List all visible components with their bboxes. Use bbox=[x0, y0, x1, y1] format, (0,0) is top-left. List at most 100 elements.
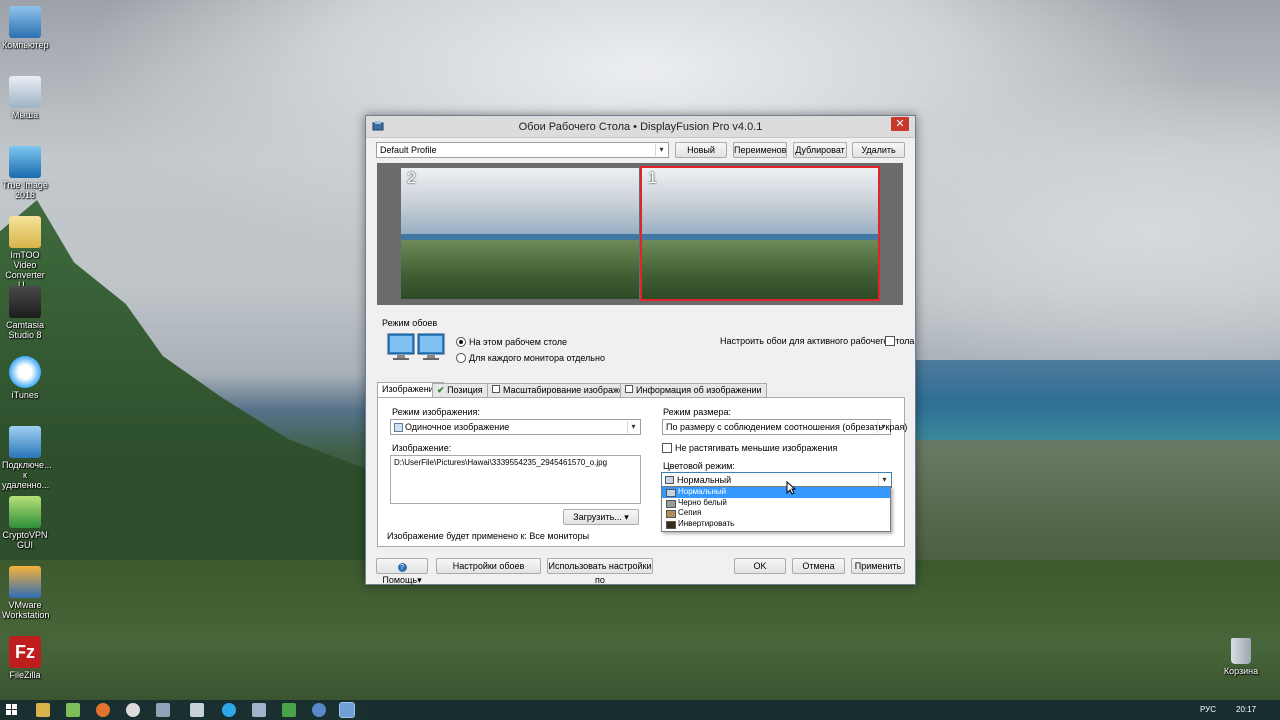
color-swatch-icon bbox=[666, 520, 676, 529]
language-indicator[interactable]: РУС bbox=[1200, 705, 1216, 714]
tab-info[interactable]: Информация об изображении bbox=[620, 383, 767, 397]
explorer-icon[interactable] bbox=[36, 703, 50, 717]
no-stretch-checkbox[interactable] bbox=[662, 443, 672, 453]
desktop-icon-true-image[interactable]: True Image 2018 bbox=[2, 146, 48, 200]
desktop-icon-label: ImTOO Video Converter U... bbox=[5, 250, 45, 290]
desktop-icon-label: Компьютер bbox=[2, 40, 49, 50]
ok-button[interactable]: OK bbox=[734, 558, 786, 574]
profile-select-value: Default Profile bbox=[380, 145, 437, 155]
rename-profile-button[interactable]: Переименов bbox=[733, 142, 787, 158]
wallpaper-settings-button[interactable]: Настройки обоев bbox=[436, 558, 541, 574]
color-mode-label: Цветовой режим: bbox=[663, 461, 735, 471]
picture-icon bbox=[394, 423, 403, 432]
desktop-icon-label: CryptoVPN GUI bbox=[2, 530, 48, 550]
desktop-icon-label: iTunes bbox=[11, 390, 39, 400]
cancel-button[interactable]: Отмена bbox=[792, 558, 845, 574]
each-monitor-radio[interactable] bbox=[456, 353, 466, 363]
desktop-icon-recycle-bin[interactable]: Корзина bbox=[1218, 636, 1264, 676]
image-label: Изображение: bbox=[392, 443, 452, 453]
camtasia-icon bbox=[9, 286, 41, 318]
desktop-icon-filezilla[interactable]: Fz FileZilla bbox=[2, 636, 48, 680]
use-defaults-button[interactable]: Использовать настройки по bbox=[547, 558, 653, 585]
duplicate-profile-button[interactable]: Дублироват bbox=[793, 142, 847, 158]
desktop-icon-imtoo[interactable]: ImTOO Video Converter U... bbox=[2, 216, 48, 290]
chrome-icon[interactable] bbox=[126, 703, 140, 717]
apply-button[interactable]: Применить bbox=[851, 558, 905, 574]
app-icon[interactable] bbox=[190, 703, 204, 717]
firefox-icon[interactable] bbox=[96, 703, 110, 717]
desktop-icon-label: True Image 2018 bbox=[2, 180, 48, 200]
computer-icon bbox=[9, 6, 41, 38]
size-mode-value: По размеру с соблюдением соотношения (об… bbox=[666, 422, 908, 432]
image-mode-value: Одиночное изображение bbox=[405, 422, 510, 432]
app-icon[interactable] bbox=[156, 703, 170, 717]
chevron-down-icon: ▾ bbox=[655, 144, 667, 156]
new-profile-button[interactable]: Новый bbox=[675, 142, 727, 158]
desktop-icon-label: Корзина bbox=[1223, 666, 1259, 676]
color-mode-dropdown: Нормальный Черно белый Сепия Инвертирова… bbox=[661, 486, 891, 532]
help-icon: ? bbox=[397, 563, 407, 572]
desktop-icon-cryptovpn[interactable]: CryptoVPN GUI bbox=[2, 496, 48, 550]
wallpaper-mode-label: Режим обоев bbox=[382, 318, 438, 328]
desktop-icon-label: VMware Workstation bbox=[2, 600, 50, 620]
desktop-icon-remote-desktop[interactable]: Подключе... к удаленно... bbox=[2, 426, 52, 490]
displayfusion-taskbar-icon[interactable] bbox=[339, 702, 355, 718]
color-option-invert[interactable]: Инвертировать bbox=[662, 519, 890, 530]
desktop-icon-vmware[interactable]: VMware Workstation bbox=[2, 566, 50, 620]
color-option-sepia[interactable]: Сепия bbox=[662, 508, 890, 519]
desktop-icon-label: Мыша bbox=[11, 110, 39, 120]
color-option-normal[interactable]: Нормальный bbox=[662, 487, 890, 498]
skype-icon[interactable] bbox=[222, 703, 236, 717]
mouse-icon bbox=[9, 76, 41, 108]
scaling-checkbox[interactable] bbox=[492, 385, 500, 393]
check-icon: ✔ bbox=[437, 385, 445, 395]
chevron-down-icon: ▾ bbox=[877, 421, 889, 433]
tab-position[interactable]: ✔ Позиция bbox=[432, 383, 488, 397]
desktop-icon-camtasia[interactable]: Camtasia Studio 8 bbox=[2, 286, 48, 340]
desktop-icon-mouse[interactable]: Мыша bbox=[2, 76, 48, 120]
chevron-down-icon: ▾ bbox=[624, 512, 629, 522]
color-mode-value: Нормальный bbox=[677, 475, 732, 485]
desktop-icon-label: FileZilla bbox=[9, 670, 41, 680]
monitor-1-preview[interactable]: 1 bbox=[640, 166, 880, 301]
monitors-icon bbox=[387, 332, 447, 364]
monitor-2-preview[interactable]: 2 bbox=[401, 168, 639, 299]
applied-to-text: Изображение будет применено к: Все монит… bbox=[387, 531, 590, 541]
image-path-field[interactable]: D:\UserFile\Pictures\Hawai\3339554235_29… bbox=[390, 455, 641, 504]
vmware-icon bbox=[9, 566, 41, 598]
delete-profile-button[interactable]: Удалить bbox=[852, 142, 905, 158]
taskbar: РУС 20:17 bbox=[0, 700, 1280, 720]
image-mode-select[interactable]: Одиночное изображение ▾ bbox=[390, 419, 641, 435]
vpn-icon bbox=[9, 496, 41, 528]
app-icon[interactable] bbox=[312, 703, 326, 717]
this-desktop-radio[interactable] bbox=[456, 337, 466, 347]
each-monitor-label: Для каждого монитора отдельно bbox=[469, 353, 605, 363]
clock[interactable]: 20:17 bbox=[1236, 705, 1256, 714]
mouse-cursor-icon bbox=[786, 480, 797, 495]
size-mode-select[interactable]: По размеру с соблюдением соотношения (об… bbox=[662, 419, 907, 435]
this-desktop-label: На этом рабочем столе bbox=[469, 337, 568, 347]
close-button[interactable]: ✕ bbox=[891, 117, 909, 131]
profile-select[interactable]: Default Profile ▾ bbox=[376, 142, 669, 158]
desktop-icon-label: Подключе... к удаленно... bbox=[2, 460, 52, 490]
load-image-button[interactable]: Загрузить... ▾ bbox=[563, 509, 639, 525]
folder-icon bbox=[9, 216, 41, 248]
desktop-icon-itunes[interactable]: iTunes bbox=[2, 356, 48, 400]
help-button[interactable]: ? Помощь▾ bbox=[376, 558, 428, 585]
active-desktop-checkbox[interactable] bbox=[885, 336, 895, 346]
image-mode-label: Режим изображения: bbox=[392, 407, 480, 417]
itunes-icon bbox=[9, 356, 41, 388]
desktop-icon-computer[interactable]: Компьютер bbox=[2, 6, 49, 50]
title-bar[interactable]: Обои Рабочего Стола • DisplayFusion Pro … bbox=[366, 116, 915, 138]
window-title: Обои Рабочего Стола • DisplayFusion Pro … bbox=[518, 121, 763, 133]
chevron-down-icon: ▾ bbox=[878, 474, 890, 486]
recycle-bin-icon bbox=[1231, 638, 1251, 664]
remote-desktop-icon bbox=[9, 426, 41, 458]
app-icon[interactable] bbox=[282, 703, 296, 717]
color-option-grayscale[interactable]: Черно белый bbox=[662, 498, 890, 509]
info-checkbox[interactable] bbox=[625, 385, 633, 393]
start-button[interactable] bbox=[6, 704, 18, 716]
app-icon[interactable] bbox=[252, 703, 266, 717]
chevron-down-icon: ▾ bbox=[627, 421, 639, 433]
app-icon[interactable] bbox=[66, 703, 80, 717]
